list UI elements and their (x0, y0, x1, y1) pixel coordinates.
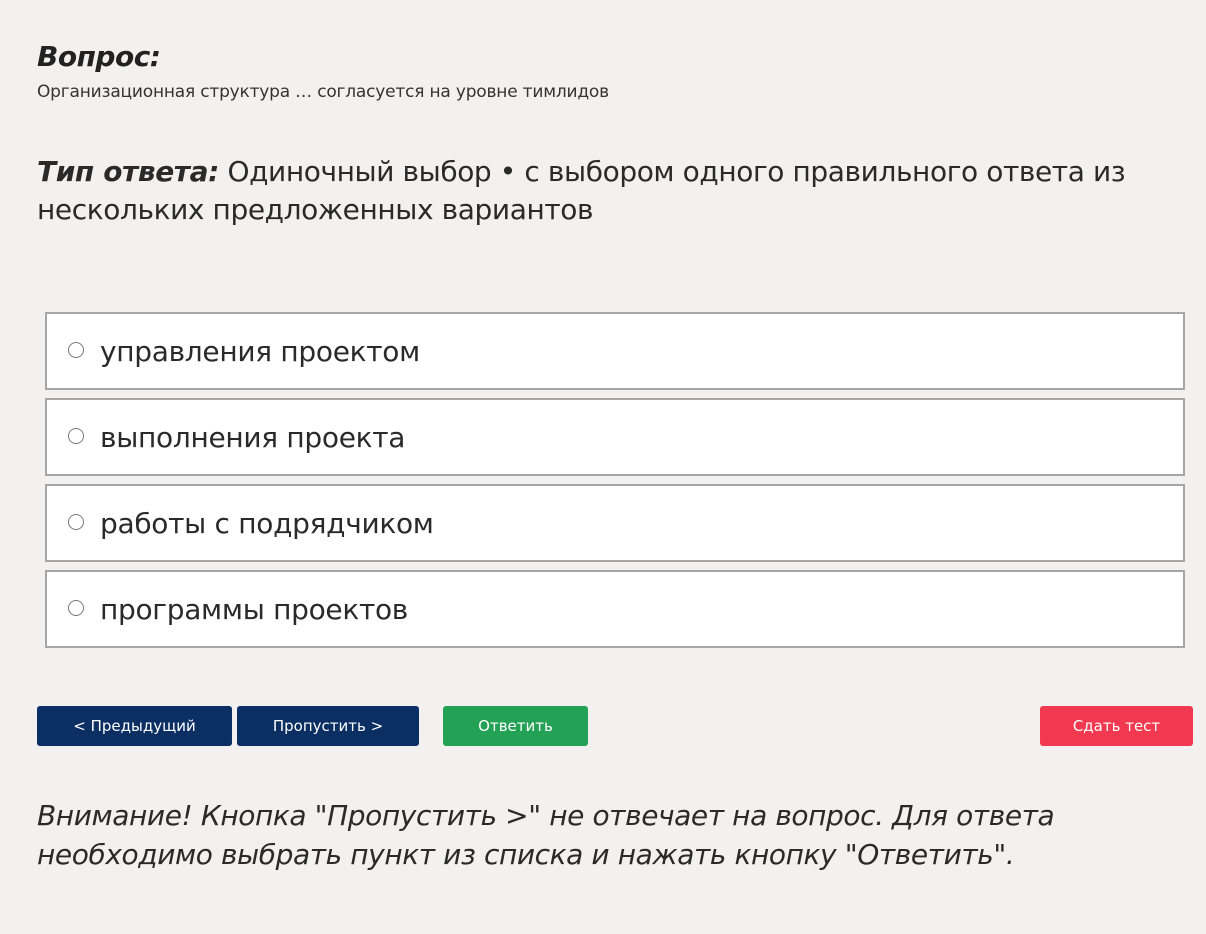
option-label: управления проектом (100, 334, 420, 368)
radio-button[interactable] (68, 427, 84, 444)
option-label: работы с подрядчиком (100, 506, 434, 540)
options-list: управления проектом выполнения проекта р… (45, 312, 1185, 656)
question-heading: Вопрос: (37, 40, 161, 73)
submit-test-button[interactable]: Сдать тест (1040, 706, 1193, 746)
answer-button[interactable]: Ответить (443, 706, 588, 746)
option-item[interactable]: выполнения проекта (45, 398, 1185, 476)
skip-button[interactable]: Пропустить > (237, 706, 419, 746)
option-label: выполнения проекта (100, 420, 406, 454)
radio-button[interactable] (68, 599, 84, 616)
option-item[interactable]: управления проектом (45, 312, 1185, 390)
option-item[interactable]: работы с подрядчиком (45, 484, 1185, 562)
previous-button[interactable]: < Предыдущий (37, 706, 232, 746)
radio-button[interactable] (68, 341, 84, 358)
answer-type-label: Тип ответа: (37, 155, 219, 188)
option-item[interactable]: программы проектов (45, 570, 1185, 648)
option-label: программы проектов (100, 592, 409, 626)
question-text: Организационная структура … согласуется … (37, 82, 609, 102)
radio-button[interactable] (68, 513, 84, 530)
answer-type: Тип ответа: Одиночный выбор • с выбором … (37, 153, 1177, 229)
notice-text: Внимание! Кнопка "Пропустить >" не отвеч… (37, 799, 1055, 871)
